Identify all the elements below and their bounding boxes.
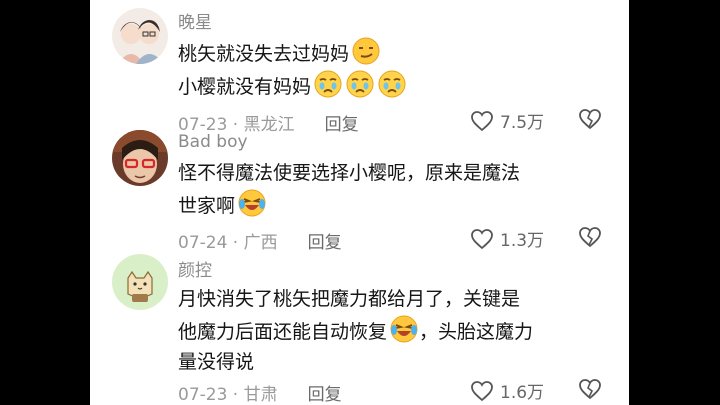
heart-icon: [471, 110, 493, 131]
comment-line: 量没得说: [178, 351, 255, 373]
smirk-emoji-icon: [352, 37, 380, 65]
like-count: 7.5万: [500, 113, 545, 133]
comment-panel: 晚星 桃矢就没失去过妈妈 小樱就没有妈妈 07-23 · 黑龙江回复 7.5万: [90, 0, 629, 405]
teary-emoji-icon: [378, 70, 406, 98]
comment-line: 月快消失了桃矢把魔力都给月了，关键是: [178, 288, 521, 310]
comment-line: 他魔力后面还能自动恢复: [178, 321, 388, 343]
comment-date: 07-23: [178, 385, 228, 405]
teary-emoji-icon: [314, 70, 342, 98]
comment-text: 怪不得魔法使要选择小樱呢，原来是魔法 世家啊: [178, 158, 598, 221]
avatar[interactable]: [112, 8, 168, 64]
comment-line: 桃矢就没失去过妈妈: [178, 43, 350, 65]
comment-location: 甘肃: [243, 385, 278, 405]
comment-location: 广西: [243, 233, 278, 253]
avatar[interactable]: [112, 254, 168, 310]
username[interactable]: 颜控: [178, 256, 212, 281]
comment-text: 桃矢就没失去过妈妈 小樱就没有妈妈: [178, 36, 598, 102]
username[interactable]: Bad boy: [178, 132, 248, 152]
like-count: 1.6万: [500, 383, 545, 403]
meta-separator: ·: [227, 233, 244, 253]
comment-line: 怪不得魔法使要选择小樱呢，原来是魔法: [178, 162, 521, 184]
comment-text: 月快消失了桃矢把魔力都给月了，关键是 他魔力后面还能自动恢复 ，头胎这魔力 量没得…: [178, 284, 598, 377]
username[interactable]: 晚星: [178, 8, 212, 33]
reply-button[interactable]: 回复: [325, 115, 359, 135]
like-button[interactable]: 7.5万: [470, 108, 544, 133]
comment-line: ，头胎这魔力: [419, 321, 534, 343]
like-count: 1.3万: [500, 231, 545, 251]
like-button[interactable]: 1.6万: [470, 378, 544, 403]
broken-heart-icon[interactable]: [578, 226, 602, 248]
avatar[interactable]: [112, 130, 168, 186]
heart-icon: [471, 228, 493, 249]
comment-line: 小樱就没有妈妈: [178, 76, 312, 98]
comment-date: 07-24: [178, 233, 228, 253]
laughing-crying-emoji-icon: [390, 315, 418, 343]
reply-button[interactable]: 回复: [308, 233, 342, 253]
reply-button[interactable]: 回复: [308, 385, 342, 405]
broken-heart-icon[interactable]: [578, 378, 602, 400]
teary-emoji-icon: [346, 70, 374, 98]
meta-separator: ·: [227, 385, 244, 405]
comment-location: 黑龙江: [243, 115, 295, 135]
broken-heart-icon[interactable]: [578, 108, 602, 130]
laughing-crying-emoji-icon: [238, 189, 266, 217]
comment-meta: 07-24 · 广西 回复: [178, 228, 342, 253]
heart-icon: [471, 380, 493, 401]
like-button[interactable]: 1.3万: [470, 226, 544, 251]
comment-line: 世家啊: [178, 195, 236, 217]
comment-meta: 07-23 · 甘肃 回复: [178, 380, 342, 405]
